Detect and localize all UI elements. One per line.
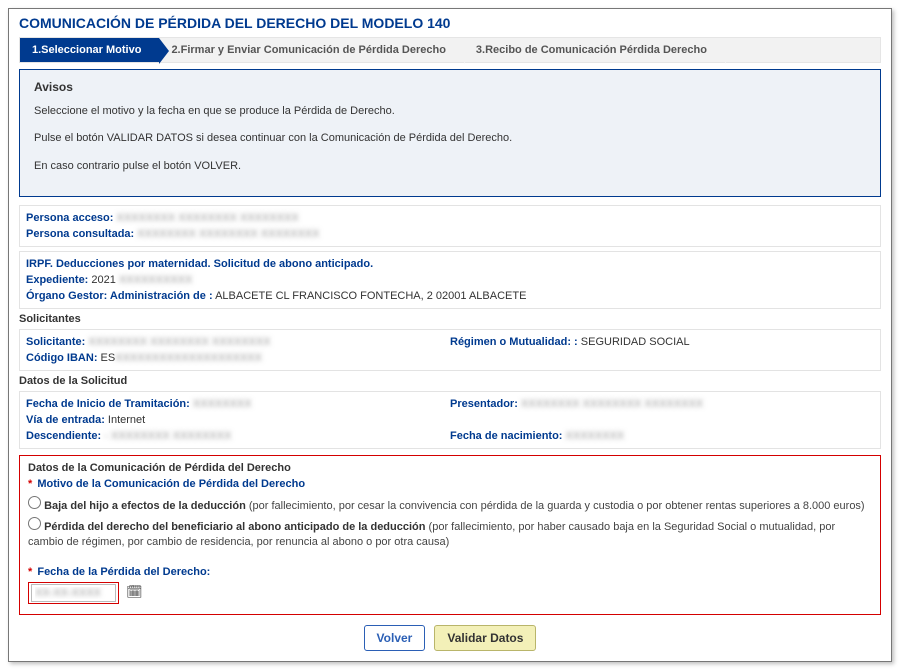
solicitantes-section: Solicitante: XXXXXXXX XXXXXXXX XXXXXXXX … — [19, 329, 881, 371]
regimen-label: Régimen o Mutualidad: : — [450, 336, 578, 348]
persona-consultada-value: XXXXXXXX XXXXXXXX XXXXXXXX — [137, 228, 319, 240]
solicitante-label: Solicitante: — [26, 336, 85, 348]
descendiente-label: Descendiente: — [26, 430, 101, 442]
radio-row-2[interactable]: Pérdida del derecho del beneficiario al … — [28, 517, 872, 550]
step-3[interactable]: 3.Recibo de Comunicación Pérdida Derecho — [464, 38, 725, 62]
radio-baja-hijo-label: Baja del hijo a efectos de la deducción — [44, 500, 246, 512]
step-2[interactable]: 2.Firmar y Enviar Comunicación de Pérdid… — [159, 38, 463, 62]
solicitantes-heading: Solicitantes — [19, 313, 881, 325]
notice-line-2: Pulse el botón VALIDAR DATOS si desea co… — [34, 131, 866, 146]
step-1[interactable]: 1.Seleccionar Motivo — [20, 38, 159, 62]
nacimiento-label: Fecha de nacimiento: — [450, 430, 562, 442]
radio-perdida-derecho[interactable] — [28, 517, 41, 530]
persona-acceso-value: XXXXXXXX XXXXXXXX XXXXXXXX — [117, 212, 299, 224]
calendar-icon[interactable]: 🗓 — [126, 584, 143, 599]
organo-value: ALBACETE CL FRANCISCO FONTECHA, 2 02001 … — [215, 290, 526, 302]
perdida-heading: Datos de la Comunicación de Pérdida del … — [28, 462, 872, 474]
motivo-label: Motivo de la Comunicación de Pérdida del… — [37, 478, 305, 490]
perdida-derecho-box: Datos de la Comunicación de Pérdida del … — [19, 455, 881, 615]
page-title: COMUNICACIÓN DE PÉRDIDA DEL DERECHO DEL … — [19, 15, 881, 31]
persona-acceso-label: Persona acceso: — [26, 212, 113, 224]
datos-sol-section: Fecha de Inicio de Tramitación: XXXXXXXX… — [19, 391, 881, 449]
radio-perdida-derecho-label: Pérdida del derecho del beneficiario al … — [44, 521, 425, 533]
notice-line-1: Seleccione el motivo y la fecha en que s… — [34, 104, 866, 119]
regimen-value: SEGURIDAD SOCIAL — [581, 336, 690, 348]
volver-button[interactable]: Volver — [364, 625, 426, 651]
expediente-value: 2021 XXXXXXXXXX — [91, 274, 192, 286]
expediente-label: Expediente: — [26, 274, 88, 286]
radio-baja-hijo-hint: (por fallecimiento, por cesar la convive… — [246, 500, 865, 512]
fecha-perdida-input[interactable] — [31, 584, 116, 602]
required-asterisk-2: * — [28, 566, 32, 578]
expediente-blur: XXXXXXXXXX — [116, 274, 192, 286]
persona-consultada-label: Persona consultada: — [26, 228, 134, 240]
notices-heading: Avisos — [34, 80, 866, 94]
solicitante-value: XXXXXXXX XXXXXXXX XXXXXXXX — [88, 336, 270, 348]
required-asterisk-1: * — [28, 478, 32, 490]
presentador-value: XXXXXXXX XXXXXXXX XXXXXXXX — [521, 398, 703, 410]
via-entrada-value: Internet — [108, 414, 145, 426]
irpf-heading: IRPF. Deducciones por maternidad. Solici… — [26, 258, 373, 270]
fecha-tramitacion-label: Fecha de Inicio de Tramitación: — [26, 398, 190, 410]
nacimiento-value: XXXXXXXX — [566, 430, 625, 442]
datos-sol-heading: Datos de la Solicitud — [19, 375, 881, 387]
form-container: COMUNICACIÓN DE PÉRDIDA DEL DERECHO DEL … — [8, 8, 892, 662]
radio-baja-hijo[interactable] — [28, 496, 41, 509]
via-entrada-label: Vía de entrada: — [26, 414, 105, 426]
buttons-row: Volver Validar Datos — [19, 625, 881, 651]
notices-box: Avisos Seleccione el motivo y la fecha e… — [19, 69, 881, 197]
presentador-label: Presentador: — [450, 398, 518, 410]
persona-section: Persona acceso: XXXXXXXX XXXXXXXX XXXXXX… — [19, 205, 881, 247]
steps-bar: 1.Seleccionar Motivo 2.Firmar y Enviar C… — [19, 37, 881, 63]
descendiente-value: - XXXXXXXX XXXXXXXX — [104, 430, 231, 442]
iban-blur: XXXXXXXXXXXXXXXXXXXX — [115, 352, 262, 364]
irpf-section: IRPF. Deducciones por maternidad. Solici… — [19, 251, 881, 309]
iban-value: ESXXXXXXXXXXXXXXXXXXXX — [101, 352, 262, 364]
organo-label: Órgano Gestor: Administración de : — [26, 290, 213, 302]
radio-row-1[interactable]: Baja del hijo a efectos de la deducción … — [28, 496, 872, 514]
fecha-perdida-label: Fecha de la Pérdida del Derecho: — [37, 566, 210, 578]
date-field-wrap — [28, 582, 119, 604]
iban-label: Código IBAN: — [26, 352, 97, 364]
notice-line-3: En caso contrario pulse el botón VOLVER. — [34, 159, 866, 174]
validar-datos-button[interactable]: Validar Datos — [434, 625, 536, 651]
fecha-tramitacion-value: XXXXXXXX — [193, 398, 252, 410]
